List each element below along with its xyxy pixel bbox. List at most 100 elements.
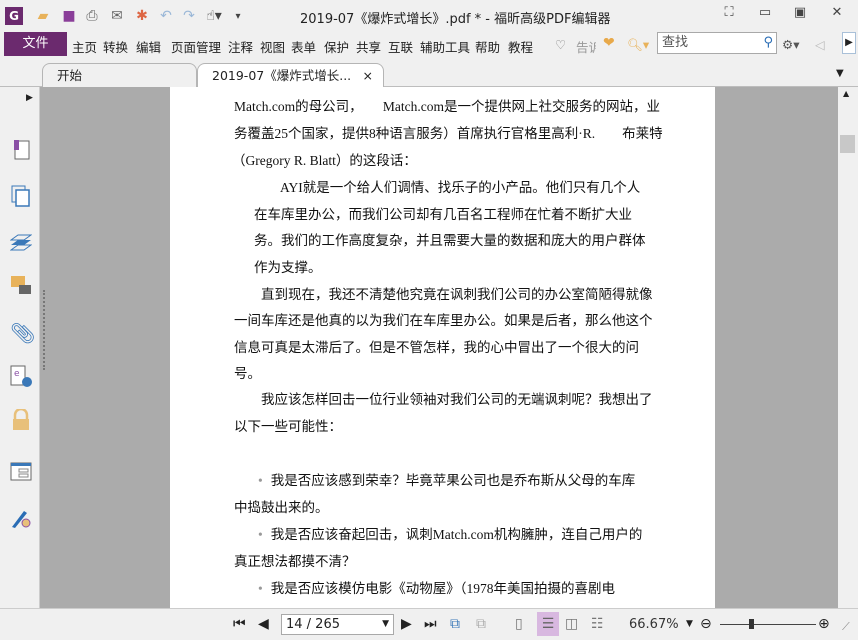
text-line: 在车库里办公，而我们公司却有几百名工程师在忙着不断扩大业: [254, 207, 632, 222]
menu-share[interactable]: 共享: [356, 37, 381, 56]
undo-icon[interactable]: ↶: [157, 7, 175, 25]
first-page-button[interactable]: ⏮: [233, 616, 246, 632]
menu-page-management[interactable]: 页面管理: [171, 37, 221, 56]
menu-convert[interactable]: 转换: [103, 37, 128, 56]
text-line: 务覆盖25个国家，提供8种语言服务）首席执行官格里高利·R. 布莱特: [234, 126, 663, 141]
list-item: • 我是否应该模仿电影《动物屋》（1978年美国拍摄的喜剧电: [258, 577, 615, 597]
zoom-dropdown-icon[interactable]: ▼: [686, 619, 693, 629]
expand-panel-icon[interactable]: ▶: [26, 93, 33, 103]
new-icon[interactable]: ✱: [133, 7, 151, 25]
previous-view-icon[interactable]: ⧉: [450, 616, 460, 632]
gear-icon[interactable]: ⚙▾: [782, 37, 799, 52]
text-line: 我是否应该奋起回击，讽刺Match.com机构臃肿，连自己用户的: [270, 527, 643, 542]
menu-connect[interactable]: 互联: [388, 37, 413, 56]
last-page-button[interactable]: ⏭: [424, 616, 437, 632]
page-number: 14 / 265: [286, 617, 340, 632]
page-number-input[interactable]: 14 / 265 ▼: [281, 614, 394, 635]
title-bar: G ▰ ■ ⎙ ✉ ✱ ↶ ↷ ☝▾ ▾ 2019-07《爆炸式增长》.pdf …: [0, 0, 858, 32]
window-title: 2019-07《爆炸式增长》.pdf * - 福昕高级PDF编辑器: [300, 12, 611, 27]
tab-close-icon[interactable]: ×: [363, 64, 373, 88]
save-icon[interactable]: ■: [60, 7, 78, 25]
comments-icon[interactable]: [10, 275, 32, 297]
chevron-down-icon[interactable]: ▼: [382, 615, 389, 634]
email-icon[interactable]: ✉: [108, 7, 126, 25]
menu-view[interactable]: 视图: [260, 37, 285, 56]
menu-form[interactable]: 表单: [291, 37, 316, 56]
text-line: Match.com的母公司， Match.com是一个提供网上社交服务的网站，业: [234, 99, 660, 114]
layers-icon[interactable]: [9, 231, 33, 253]
continuous-page-icon[interactable]: ☰: [537, 612, 559, 636]
vertical-scrollbar[interactable]: ▲: [838, 87, 858, 608]
text-line: 务。我们的工作高度复杂，并且需要大量的数据和庞大的用户群体: [254, 233, 646, 248]
text-line: 我是否应该模仿电影《动物屋》（1978年美国拍摄的喜剧电: [270, 581, 615, 596]
text-line: 我应该怎样回击一位行业领袖对我们公司的无端讽刺呢？我想出了: [261, 392, 653, 407]
pages-icon[interactable]: [10, 185, 32, 207]
text-line: 一间车库还是他真的以为我们在车库里办公。如果是后者，那么他这个: [234, 313, 653, 328]
facing-pages-icon[interactable]: ◫: [565, 616, 578, 632]
menu-home[interactable]: 主页: [72, 37, 97, 56]
open-icon[interactable]: ▰: [34, 7, 52, 25]
menu-accessibility[interactable]: 辅助工具: [420, 37, 470, 56]
next-page-button[interactable]: ▶: [401, 616, 412, 632]
svg-text:e: e: [14, 369, 20, 379]
tab-label: 开始: [57, 68, 83, 83]
text-line: 以下一些可能性：: [234, 419, 342, 434]
zoom-level[interactable]: 66.67%: [629, 617, 679, 632]
menu-help[interactable]: 帮助: [475, 37, 500, 56]
signature-icon[interactable]: e: [10, 365, 32, 387]
zoom-out-button[interactable]: ⊖: [700, 616, 712, 632]
bullet: •: [258, 473, 263, 488]
security-icon[interactable]: [10, 407, 32, 431]
scroll-up-icon[interactable]: ▲: [843, 89, 849, 98]
minimize-button[interactable]: ▭: [755, 5, 775, 20]
fullscreen-icon[interactable]: ⛶: [719, 5, 739, 20]
list-item: • 我是否应该奋起回击，讽刺Match.com机构臃肿，连自己用户的: [258, 523, 642, 543]
menu-tutorial[interactable]: 教程: [508, 37, 533, 56]
zoom-in-button[interactable]: ⊕: [818, 616, 830, 632]
menu-edit[interactable]: 编辑: [136, 37, 161, 56]
tell-me[interactable]: 告诉: [576, 37, 596, 56]
text-line: 作为支撑。: [254, 260, 322, 275]
hand-tool-icon[interactable]: ☝▾: [205, 7, 223, 25]
attachments-icon[interactable]: 📎︎: [10, 321, 35, 345]
tab-list-icon[interactable]: ▼: [836, 68, 844, 79]
panel-resize-handle[interactable]: [43, 290, 46, 370]
maximize-button[interactable]: ▣: [790, 5, 810, 20]
file-menu[interactable]: 文件: [4, 32, 67, 56]
tab-start[interactable]: 开始: [42, 63, 197, 87]
tab-document[interactable]: 2019-07《爆炸式增长... ×: [197, 63, 384, 88]
search-input[interactable]: 查找 ⚲: [657, 32, 777, 54]
close-button[interactable]: ✕: [827, 5, 847, 20]
tab-label: 2019-07《爆炸式增长...: [212, 68, 352, 83]
lightbulb-icon[interactable]: ♡: [555, 37, 566, 52]
print-icon[interactable]: ⎙: [83, 7, 101, 25]
certify-icon[interactable]: [10, 507, 32, 529]
form-icon[interactable]: [10, 461, 32, 483]
bookmark-icon[interactable]: [10, 139, 32, 161]
menu-comment[interactable]: 注释: [228, 37, 253, 56]
text-line: 中捣鼓出来的。: [234, 500, 329, 515]
next-view-icon[interactable]: ⧉: [476, 616, 486, 632]
pdf-page: Match.com的母公司， Match.com是一个提供网上社交服务的网站，业…: [170, 87, 715, 608]
single-page-icon[interactable]: ▯: [515, 616, 523, 632]
text-line: 直到现在，我还不清楚他究竟在讽刺我们公司的办公室简陋得就像: [261, 287, 653, 302]
zoom-slider[interactable]: [720, 624, 816, 625]
text-line: 真正想法都摸不清？: [234, 554, 356, 569]
folder-search-icon[interactable]: 🔍︎▾: [627, 37, 649, 53]
customize-icon[interactable]: ▾: [229, 7, 247, 25]
zoom-slider-thumb[interactable]: [749, 619, 754, 629]
text-line: 我是否应该感到荣幸？毕竟苹果公司也是乔布斯从父母的车库: [270, 473, 636, 488]
resize-grip-icon[interactable]: ⟋: [842, 620, 850, 634]
continuous-facing-icon[interactable]: ☷: [591, 616, 604, 632]
bullet: •: [258, 581, 263, 596]
app-logo-icon[interactable]: G: [5, 7, 23, 25]
scroll-left-icon[interactable]: ◁: [815, 37, 825, 52]
search-icon[interactable]: ⚲: [763, 33, 773, 53]
redo-icon[interactable]: ↷: [180, 7, 198, 25]
heart-icon[interactable]: ❤: [603, 35, 615, 51]
bullet: •: [258, 527, 263, 542]
scroll-right-button[interactable]: ▶: [842, 32, 856, 54]
menu-protect[interactable]: 保护: [324, 37, 349, 56]
scroll-thumb[interactable]: [840, 135, 855, 153]
previous-page-button[interactable]: ◀: [258, 616, 269, 632]
